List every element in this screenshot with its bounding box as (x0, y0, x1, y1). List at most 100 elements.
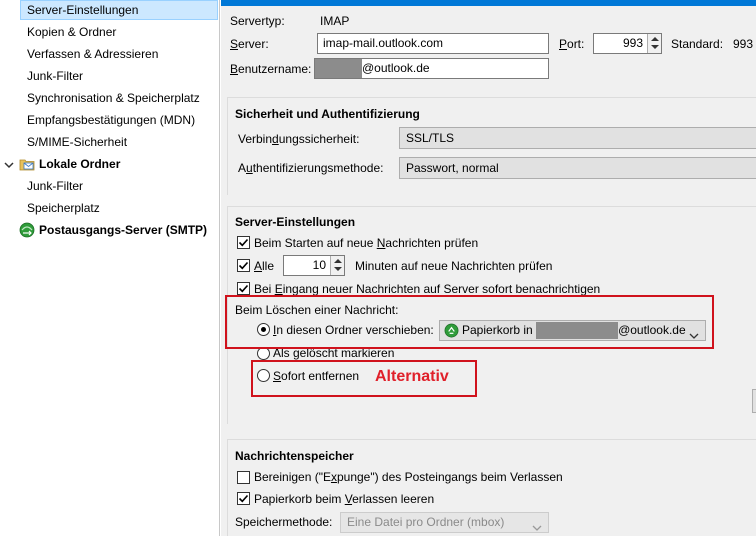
connection-security-label: Verbindungssicherheit: (238, 131, 359, 147)
sidebar-item-composition[interactable]: Verfassen & Adressieren (27, 44, 158, 64)
expunge-on-exit-checkbox[interactable] (237, 471, 250, 484)
sidebar-item-junk-filter[interactable]: Junk-Filter (27, 66, 83, 86)
smtp-server-icon (19, 222, 35, 238)
checkmark-icon (238, 261, 249, 270)
server-settings-group-title: Server-Einstellungen (235, 215, 356, 229)
check-every-post: lle (262, 259, 275, 273)
decrement-arrow-icon[interactable] (334, 267, 342, 271)
sidebar-item-label: Speicherplatz (27, 201, 100, 215)
highlight-box-move-option (225, 295, 714, 349)
increment-arrow-icon[interactable] (334, 259, 342, 263)
sidebar-item-label: S/MIME-Sicherheit (27, 135, 128, 149)
port-label-accesskey: P (559, 37, 568, 51)
account-settings-tree: Server-Einstellungen Kopien & Ordner Ver… (0, 0, 220, 536)
port-label: Port: (559, 36, 584, 52)
sidebar-item-label: Kopien & Ordner (27, 25, 117, 39)
notify-new-messages-checkbox[interactable] (237, 282, 250, 295)
sidebar-item-label: Server-Einstellungen (27, 3, 139, 17)
sidebar-item-label: Postausgangs-Server (SMTP) (39, 223, 208, 237)
empty-trash-checkbox[interactable] (237, 492, 250, 505)
checkmark-icon (238, 284, 249, 293)
expunge-on-exit-label: Bereinigen ("Expunge") des Posteingangs … (254, 469, 563, 485)
notify-post: ingang neuer Nachrichten auf Server sofo… (282, 282, 601, 296)
sidebar-item-smime[interactable]: S/MIME-Sicherheit (27, 132, 127, 152)
security-group-title: Sicherheit und Authentifizierung (235, 107, 420, 121)
check-every-label: Alle (254, 258, 274, 274)
port-stepper-buttons[interactable] (647, 34, 661, 53)
server-type-label: Servertyp: (230, 14, 285, 28)
check-interval-suffix: Minuten auf neue Nachrichten prüfen (355, 259, 553, 273)
storage-method-value: Eine Datei pro Ordner (mbox) (347, 515, 505, 529)
check-on-startup-label: Beim Starten auf neue Nachrichten prüfen (254, 235, 478, 251)
sidebar-item-local-storage[interactable]: Speicherplatz (27, 198, 100, 218)
storage-method-select[interactable]: Eine Datei pro Ordner (mbox) (340, 512, 549, 533)
check-start-pre: Beim Starten auf neue (254, 236, 377, 250)
connection-security-select[interactable]: SSL/TLS (399, 127, 756, 149)
port-label-rest: ort: (567, 37, 585, 51)
annotation-alternative: Alternativ (375, 368, 449, 385)
storage-method-label: Speichermethode: (235, 515, 333, 529)
auth-method-value: Passwort, normal (406, 161, 499, 175)
server-label-accesskey: S (230, 37, 239, 51)
conn-label-post: ungssicherheit: (278, 132, 360, 146)
check-every-accesskey: A (254, 259, 263, 273)
sidebar-item-label: Lokale Ordner (39, 157, 121, 171)
check-interval-value: 10 (312, 258, 326, 272)
username-input[interactable]: @outlook.de (314, 58, 549, 79)
auth-label-post: thentifizierungsmethode: (252, 161, 384, 175)
increment-arrow-icon[interactable] (651, 37, 659, 41)
username-suffix: @outlook.de (362, 61, 430, 75)
standard-port-value: 993 (733, 37, 754, 51)
sidebar-item-label: Verfassen & Adressieren (27, 47, 159, 61)
sidebar-item-copies-folders[interactable]: Kopien & Ordner (27, 22, 116, 42)
checkmark-icon (238, 238, 249, 247)
advanced-button[interactable] (752, 389, 756, 413)
username-label-accesskey: B (230, 62, 239, 76)
sidebar-item-receipts[interactable]: Empfangsbestätigungen (MDN) (27, 110, 195, 130)
auth-label-accesskey: u (246, 161, 253, 175)
sidebar-item-smtp[interactable]: Postausgangs-Server (SMTP) (39, 220, 207, 240)
auth-method-select[interactable]: Passwort, normal (399, 157, 756, 179)
sidebar-item-sync-storage[interactable]: Synchronisation & Speicherplatz (27, 88, 200, 108)
auth-label-pre: A (238, 161, 247, 175)
server-settings-panel: Servertyp: IMAP Server: imap-mail.outloo… (221, 0, 756, 536)
notify-pre: Bei (254, 282, 275, 296)
port-stepper[interactable]: 993 (593, 33, 662, 54)
empty-trash-label: Papierkorb beim Verlassen leeren (254, 491, 434, 507)
auth-method-label: Authentifizierungsmethode: (238, 160, 383, 176)
notify-accesskey: E (274, 282, 283, 296)
chevron-down-icon (532, 519, 542, 531)
check-every-checkbox[interactable] (237, 259, 250, 272)
trash-post: erlassen leeren (352, 492, 435, 506)
sidebar-item-label: Empfangsbestätigungen (MDN) (27, 113, 196, 127)
server-label-rest: erver: (238, 37, 269, 51)
standard-port-label: Standard: (671, 37, 724, 51)
connection-security-value: SSL/TLS (406, 131, 455, 145)
redacted-username (315, 59, 362, 78)
server-input-value: imap-mail.outlook.com (323, 36, 444, 50)
sidebar-item-local-folders[interactable]: Lokale Ordner (39, 154, 120, 174)
trash-accesskey: V (344, 492, 353, 506)
server-input[interactable]: imap-mail.outlook.com (317, 33, 549, 54)
sidebar-item-label: Junk-Filter (27, 69, 84, 83)
local-folder-icon (19, 156, 35, 172)
conn-label-accesskey: d (272, 132, 279, 146)
header-accent-bar (221, 0, 756, 6)
collapse-chevron-icon[interactable] (4, 159, 14, 169)
interval-stepper-buttons[interactable] (330, 256, 344, 275)
check-interval-stepper[interactable]: 10 (283, 255, 345, 276)
check-on-startup-checkbox[interactable] (237, 236, 250, 249)
sidebar-item-label: Junk-Filter (27, 179, 84, 193)
expunge-pre: Bereinigen ("E (254, 470, 331, 484)
sidebar-item-label: Synchronisation & Speicherplatz (27, 91, 200, 105)
decrement-arrow-icon[interactable] (651, 45, 659, 49)
conn-label-pre: Verbin (238, 132, 273, 146)
username-label-rest: enutzername: (238, 62, 312, 76)
sidebar-item-local-junk-filter[interactable]: Junk-Filter (27, 176, 83, 196)
sidebar-item-server-settings[interactable]: Server-Einstellungen (20, 0, 218, 20)
message-storage-group-title: Nachrichtenspeicher (235, 449, 354, 463)
server-label: Server: (230, 36, 269, 52)
check-start-post: achrichten prüfen (385, 236, 479, 250)
username-label: Benutzername: (230, 61, 311, 77)
port-value: 993 (622, 36, 643, 50)
